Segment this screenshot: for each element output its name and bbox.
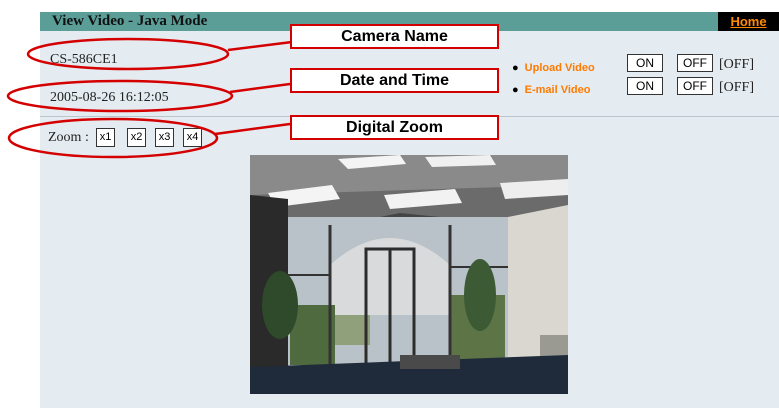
digital-zoom-callout: Digital Zoom xyxy=(290,115,499,140)
camera-name-callout: Camera Name xyxy=(290,24,499,49)
date-time-callout: Date and Time xyxy=(290,68,499,93)
annotation-overlay xyxy=(6,37,293,159)
date-time-callout-ellipse xyxy=(6,79,234,113)
digital-zoom-callout-ellipse xyxy=(7,117,219,159)
date-time-pointer xyxy=(229,82,291,94)
camera-name-pointer xyxy=(227,40,293,52)
camera-name-callout-ellipse xyxy=(26,37,230,71)
digital-zoom-pointer xyxy=(214,122,291,136)
